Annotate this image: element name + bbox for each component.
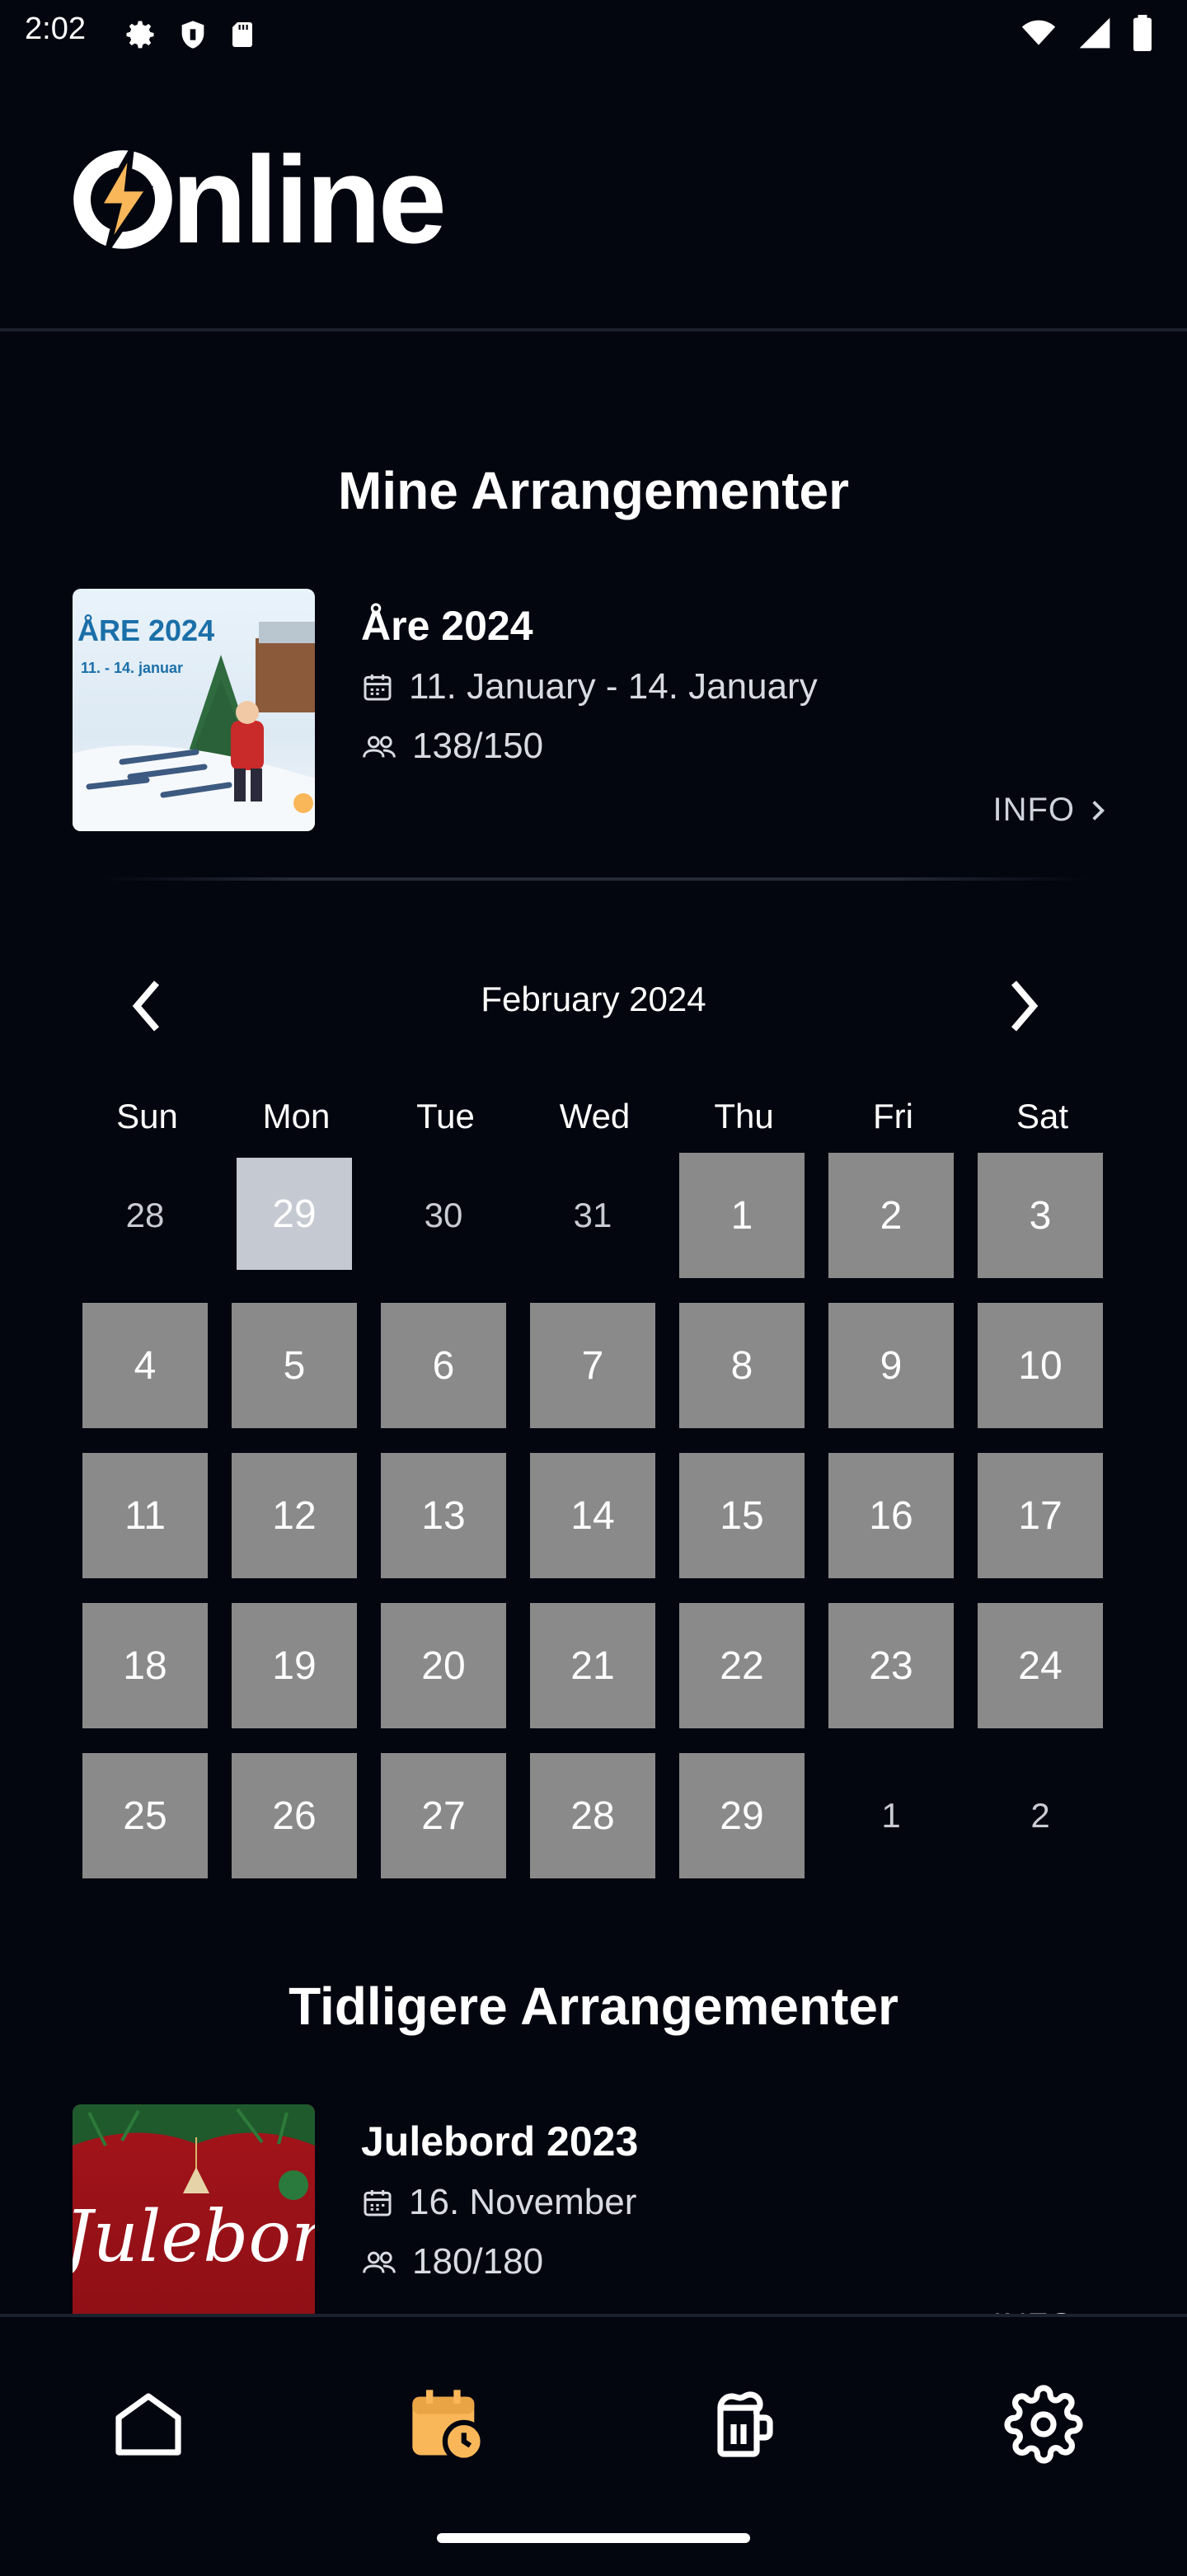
my-events-title: Mine Arrangementer	[338, 461, 849, 520]
calendar-day[interactable]: 2	[828, 1153, 954, 1278]
lightning-o-icon	[73, 148, 172, 251]
event-name: Åre 2024	[361, 603, 533, 649]
calendar-day[interactable]: 4	[82, 1303, 208, 1428]
chevron-right-icon	[1011, 980, 1039, 1032]
info-link[interactable]: INFO	[992, 2307, 1106, 2314]
event-card-julebord[interactable]: Julebord Julebord 2023 16. November 180/…	[0, 2103, 1187, 2314]
event-attendance-row: 138/150	[361, 726, 543, 767]
calendar-day[interactable]: 3	[978, 1153, 1103, 1278]
weekday-label: Thu	[714, 1097, 774, 1135]
calendar-next-button[interactable]	[991, 973, 1057, 1039]
calendar-day[interactable]: 25	[82, 1753, 208, 1878]
info-label: INFO	[992, 792, 1075, 828]
weekday-label: Wed	[559, 1097, 631, 1135]
gear-icon	[1004, 2385, 1083, 2464]
event-thumbnail: ÅRE 2024 11. - 14. januar	[73, 589, 315, 831]
weekday-label: Sat	[1016, 1097, 1069, 1135]
card-divider	[99, 877, 1088, 881]
calendar-day[interactable]: 13	[381, 1453, 506, 1578]
calendar-day[interactable]: 18	[82, 1603, 208, 1728]
calendar-day-outside-month[interactable]: 30	[381, 1153, 506, 1278]
calendar-day-outside-month[interactable]: 1	[828, 1753, 954, 1878]
nav-home[interactable]	[99, 2375, 198, 2474]
calendar-day[interactable]: 9	[828, 1303, 954, 1428]
christmas-illustration: Julebord	[73, 2104, 315, 2278]
sd-card-icon	[232, 22, 252, 47]
calendar-day[interactable]: 21	[530, 1603, 655, 1728]
weekday-label: Fri	[873, 1097, 913, 1135]
calendar-weekdays: Sun Mon Tue Wed Thu Fri Sat	[73, 1097, 1116, 1136]
calendar-day-outside-month[interactable]: 2	[978, 1753, 1103, 1878]
signal-icon	[1079, 17, 1110, 49]
header-divider	[0, 328, 1187, 331]
weekday-label: Tue	[416, 1097, 475, 1135]
calendar-day[interactable]: 14	[530, 1453, 655, 1578]
wifi-icon	[1021, 20, 1056, 45]
users-icon	[363, 2251, 396, 2273]
calendar-day[interactable]: 7	[530, 1303, 655, 1428]
calendar-day[interactable]: 24	[978, 1603, 1103, 1728]
status-time: 2:02	[25, 12, 86, 46]
nav-social[interactable]	[694, 2375, 793, 2474]
calendar-day-outside-month[interactable]: 28	[82, 1153, 208, 1278]
calendar-day[interactable]: 27	[381, 1753, 506, 1878]
calendar-day[interactable]: 11	[82, 1453, 208, 1578]
calendar-day[interactable]: 12	[232, 1453, 357, 1578]
chevron-right-icon	[1092, 800, 1105, 820]
event-date-row: 11. January - 14. January	[361, 666, 818, 707]
status-icons-left	[122, 16, 257, 53]
beer-mug-icon	[717, 2391, 773, 2457]
calendar-icon	[364, 675, 392, 701]
info-link[interactable]: INFO	[992, 792, 1106, 829]
calendar-day[interactable]: 17	[978, 1453, 1103, 1578]
calendar-day[interactable]: 19	[232, 1603, 357, 1728]
calendar-day[interactable]: 5	[232, 1303, 357, 1428]
event-card-are[interactable]: ÅRE 2024 11. - 14. januar Åre 2024 11. J…	[0, 587, 1187, 851]
gear-icon	[126, 21, 154, 49]
ski-illustration	[73, 622, 315, 831]
status-icons-right	[1019, 15, 1154, 51]
calendar-day[interactable]: 8	[679, 1303, 805, 1428]
calendar-day[interactable]: 10	[978, 1303, 1103, 1428]
calendar-day[interactable]: 22	[679, 1603, 805, 1728]
calendar-day-outside-month[interactable]: 31	[530, 1153, 655, 1278]
calendar-day[interactable]: 16	[828, 1453, 954, 1578]
weekday-label: Sun	[116, 1097, 178, 1135]
thumb-title: Julebord	[73, 2196, 315, 2278]
calendar-day[interactable]: 29	[679, 1753, 805, 1878]
calendar-clock-icon	[412, 2390, 486, 2463]
calendar-day[interactable]: 26	[232, 1753, 357, 1878]
calendar-day[interactable]: 15	[679, 1453, 805, 1578]
home-icon	[115, 2393, 181, 2456]
calendar-icon	[364, 2190, 392, 2216]
calendar-day[interactable]: 23	[828, 1603, 954, 1728]
shield-icon	[181, 21, 204, 49]
previous-events-title: Tidligere Arrangementer	[289, 1977, 898, 2036]
users-icon	[363, 736, 396, 758]
calendar-day[interactable]: 6	[381, 1303, 506, 1428]
event-attendance: 138/150	[412, 726, 544, 766]
calendar-day[interactable]: 28	[530, 1753, 655, 1878]
home-indicator[interactable]	[437, 2533, 750, 2543]
calendar-grid: 28 29 30 31 1 2 3 4 5 6 7 8 9 10 11 12 13 14 15 16 17 18 19 20 2…	[82, 1153, 1103, 1878]
nav-events[interactable]	[397, 2375, 496, 2474]
event-attendance: 180/180	[412, 2241, 544, 2282]
weekday-label: Mon	[262, 1097, 331, 1135]
calendar-day-today[interactable]: 29	[237, 1158, 352, 1270]
event-date-row: 16. November	[361, 2182, 636, 2223]
logo-text: nline	[171, 130, 447, 269]
calendar-day[interactable]: 20	[381, 1603, 506, 1728]
nav-settings[interactable]	[994, 2375, 1093, 2474]
event-date: 16. November	[409, 2182, 637, 2222]
calendar-day[interactable]: 1	[679, 1153, 805, 1278]
event-thumbnail: Julebord	[73, 2104, 315, 2314]
event-name: Julebord 2023	[361, 2118, 639, 2165]
battery-icon	[1133, 15, 1152, 51]
event-date: 11. January - 14. January	[409, 666, 818, 707]
info-label: INFO	[992, 2307, 1075, 2314]
event-attendance-row: 180/180	[361, 2241, 543, 2282]
app-logo[interactable]: nline	[69, 138, 447, 261]
